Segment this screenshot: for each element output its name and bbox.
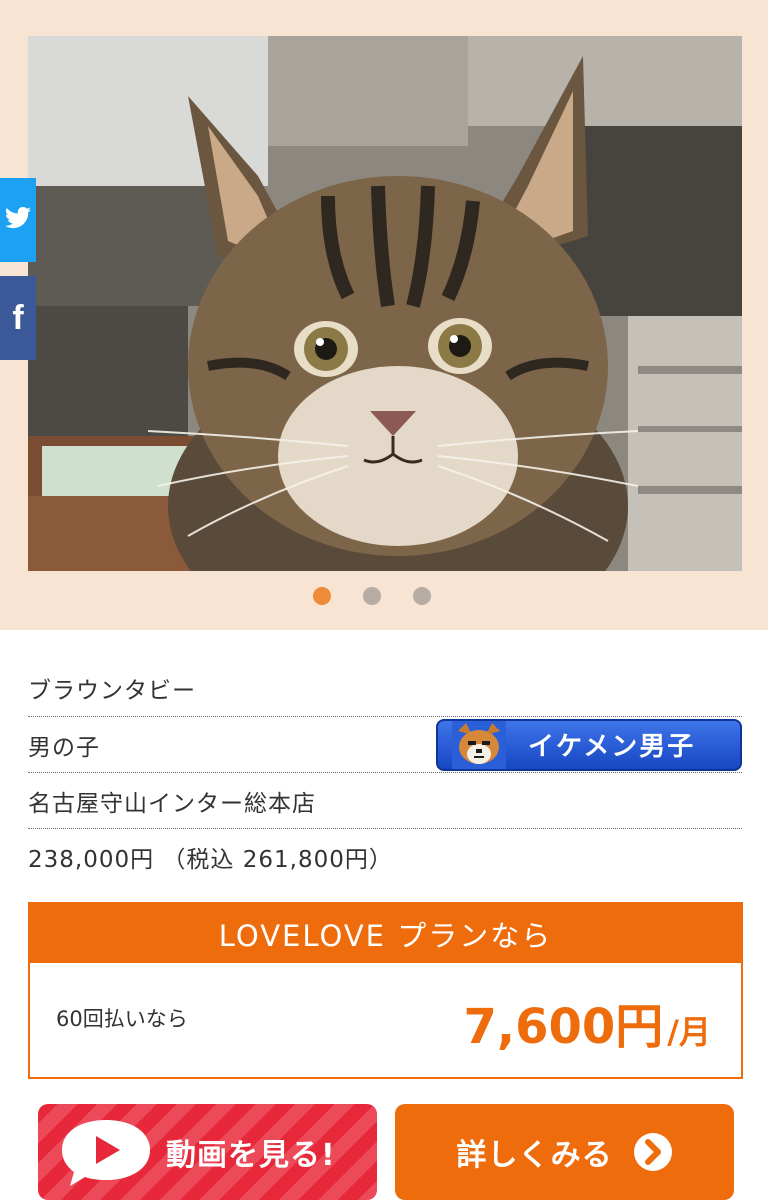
- facebook-icon: f: [12, 298, 24, 337]
- breed-row: ブラウンタビー: [28, 660, 742, 717]
- plan-body: 60回払いなら 7,600円 /月: [30, 963, 741, 1077]
- installments-label: 60回払いなら: [56, 1007, 188, 1031]
- photo-gallery[interactable]: [0, 0, 768, 630]
- twitter-icon: [5, 207, 31, 233]
- twitter-share-button[interactable]: [0, 178, 36, 262]
- price-row: 238,000円 （税込 261,800円）: [28, 829, 742, 885]
- facebook-share-button[interactable]: f: [0, 276, 36, 360]
- breed-text: ブラウンタビー: [28, 678, 196, 704]
- monthly-amount: 7,600円: [463, 999, 664, 1055]
- price-text: 238,000円 （税込 261,800円）: [28, 847, 393, 873]
- store-row: 名古屋守山インター総本店: [28, 773, 742, 829]
- carousel-dot-2[interactable]: [363, 587, 381, 605]
- pet-info: ブラウンタビー 男の子 イケメン男子 名古屋守山インター総本店 238,000円…: [28, 660, 742, 885]
- carousel-dot-3[interactable]: [413, 587, 431, 605]
- dog-face-icon: [452, 720, 506, 769]
- badge-label: イケメン男子: [528, 732, 696, 762]
- carousel-dot-1[interactable]: [313, 587, 331, 605]
- sex-text: 男の子: [28, 734, 100, 761]
- per-month-unit: /月: [667, 1013, 711, 1051]
- kitten-photo[interactable]: [28, 36, 742, 571]
- watch-video-label: 動画を見る!: [166, 1138, 336, 1173]
- monthly-price: 7,600円 /月: [463, 987, 711, 1057]
- store-text: 名古屋守山インター総本店: [28, 790, 316, 817]
- ikemen-badge: イケメン男子: [436, 718, 742, 771]
- play-icon: [62, 1120, 150, 1186]
- view-details-label: 詳しくみる: [456, 1138, 613, 1173]
- sex-row: 男の子 イケメン男子: [28, 717, 742, 773]
- loan-plan-box: LOVELOVE プランなら 60回払いなら 7,600円 /月: [28, 902, 743, 1079]
- view-details-button[interactable]: 詳しくみる: [395, 1104, 734, 1200]
- plan-title: LOVELOVE プランなら: [30, 904, 741, 963]
- carousel-dots: [0, 587, 768, 607]
- watch-video-button[interactable]: 動画を見る!: [38, 1104, 377, 1200]
- chevron-right-icon: [633, 1133, 672, 1171]
